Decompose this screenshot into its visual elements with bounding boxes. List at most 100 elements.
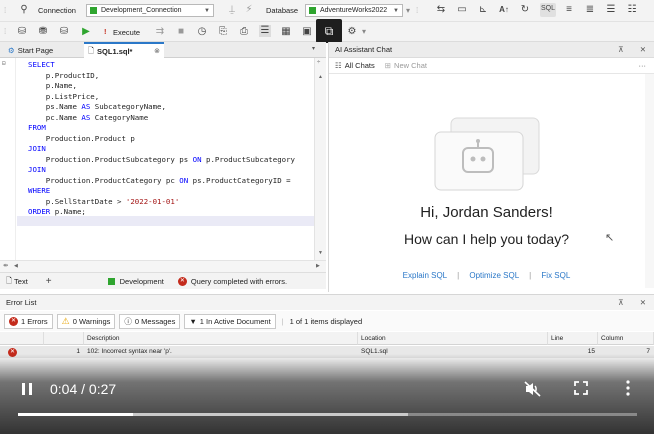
code-line[interactable]: p.ListPrice,	[28, 92, 99, 103]
scroll-right-icon[interactable]: ▶	[316, 263, 320, 269]
step-icon[interactable]: ⇉	[154, 26, 166, 38]
code-line[interactable]: JOIN	[28, 144, 46, 155]
editor-hscrollbar[interactable]: ⇹ ◀ ▶	[0, 260, 326, 272]
split-icon[interactable]: ÷	[317, 60, 320, 66]
stop-icon[interactable]: ■	[175, 26, 187, 38]
tab-list-icon[interactable]: ▾	[312, 45, 315, 52]
error-list-title: Error List	[6, 298, 37, 307]
database-icon[interactable]: ⛁	[58, 26, 70, 38]
disconnect-icon[interactable]: ⍊	[226, 4, 238, 16]
column-header-icon[interactable]	[0, 332, 44, 345]
comment-icon[interactable]: ☰	[605, 4, 617, 16]
close-icon[interactable]: ✕	[640, 298, 646, 307]
close-icon[interactable]: ✕	[640, 45, 646, 54]
sql-editor[interactable]: ⊟ SELECT p.ProductID, p.Name, p.ListPric…	[0, 58, 314, 260]
pin-icon[interactable]: ⊼	[618, 298, 624, 307]
add-tab-icon[interactable]: +	[46, 276, 52, 287]
explain-sql-link[interactable]: Explain SQL	[403, 271, 447, 280]
font-size-icon[interactable]: A↑	[498, 4, 510, 16]
column-header-number[interactable]	[44, 332, 84, 345]
scroll-left-icon[interactable]: ◀	[14, 263, 18, 269]
collapse-icon[interactable]: ⊟	[2, 60, 6, 67]
transaction-icon[interactable]: ⎘	[217, 26, 229, 38]
column-header-column[interactable]: Column	[598, 332, 654, 345]
dropdown-icon[interactable]: ▾	[362, 26, 366, 38]
connection-select[interactable]: Development_Connection ▼	[86, 4, 214, 17]
errors-filter-button[interactable]: ✕ 1 Errors	[4, 313, 53, 329]
code-line[interactable]: SELECT	[28, 60, 55, 71]
code-line[interactable]: ORDER p.Name;	[28, 207, 86, 218]
sql-icon[interactable]: SQL	[540, 3, 556, 17]
settings-icon[interactable]: ⚙	[346, 26, 358, 38]
database-select[interactable]: AdventureWorks2022 ▼	[305, 4, 403, 17]
indent-icon[interactable]: ≡	[563, 4, 575, 16]
editor-scrollbar[interactable]: ÷ ▲ ▼	[314, 58, 326, 260]
format-icon[interactable]: ⇆	[435, 4, 447, 16]
outdent-icon[interactable]: ≣	[584, 4, 596, 16]
more-icon[interactable]: ···	[639, 61, 647, 70]
code-line[interactable]: pc.Name AS CategoryName	[28, 113, 148, 124]
save-icon[interactable]: ⛁	[16, 26, 28, 38]
code-line[interactable]: FROM	[28, 123, 46, 134]
execute-button[interactable]: Execute	[113, 28, 140, 37]
file-results-icon[interactable]: ▣	[301, 26, 313, 38]
code-line[interactable]: Production.Product p	[28, 134, 135, 145]
info-icon: ⓘ	[124, 316, 132, 326]
warnings-filter-button[interactable]: ⚠ 0 Warnings	[56, 313, 116, 329]
code-line[interactable]: Production.ProductCategory pc ON ps.Prod…	[28, 176, 291, 187]
grid-results-icon[interactable]: ▦	[280, 26, 292, 38]
commit-icon[interactable]: ⎙	[238, 26, 250, 38]
column-header-description[interactable]: Description	[84, 332, 358, 345]
pin-icon[interactable]: ⊼	[618, 45, 624, 54]
new-chat-button[interactable]: New Chat	[394, 61, 427, 70]
code-line[interactable]: WHERE	[28, 186, 50, 197]
text-results-icon[interactable]: ☰	[259, 25, 271, 37]
code-line[interactable]: p.Name,	[28, 81, 77, 92]
code-line[interactable]: p.ProductID,	[28, 71, 99, 82]
scroll-up-icon[interactable]: ▲	[318, 74, 323, 80]
chart-icon[interactable]: ⊾	[477, 4, 489, 16]
tab-start-page[interactable]: ⚙ Start Page	[4, 42, 57, 58]
scroll-down-icon[interactable]: ▼	[318, 250, 323, 256]
history-icon[interactable]: ◷	[196, 26, 208, 38]
messages-filter-button[interactable]: ⓘ 0 Messages	[119, 313, 181, 329]
column-header-line[interactable]: Line	[548, 332, 598, 345]
video-progress-track[interactable]	[18, 413, 637, 416]
optimize-sql-link[interactable]: Optimize SQL	[469, 271, 519, 280]
ai-scrollbar[interactable]	[645, 74, 654, 288]
more-options-icon[interactable]	[625, 380, 631, 396]
uncomment-icon[interactable]: ☷	[626, 4, 638, 16]
database-env-swatch	[309, 7, 316, 14]
messages-filter-label: 0 Messages	[134, 316, 176, 326]
code-line[interactable]: ps.Name AS SubcategoryName,	[28, 102, 166, 113]
sql-token: p.Name,	[28, 81, 77, 90]
plug-icon[interactable]: ⚲	[18, 4, 30, 16]
sql-string: '2022-01-01'	[125, 196, 180, 206]
plug-icon[interactable]: ⚡	[243, 4, 255, 16]
text-tab[interactable]: Text	[14, 277, 28, 286]
pause-icon[interactable]	[22, 383, 25, 395]
dropdown-icon[interactable]: ▾	[406, 5, 410, 17]
all-chats-button[interactable]: All Chats	[345, 61, 375, 70]
column-header-location[interactable]: Location	[358, 332, 548, 345]
mute-icon[interactable]	[524, 381, 542, 397]
code-line[interactable]: Production.ProductSubcategory ps ON p.Pr…	[28, 155, 295, 166]
fix-sql-link[interactable]: Fix SQL	[541, 271, 570, 280]
fullscreen-icon[interactable]	[574, 381, 588, 395]
layout-icon[interactable]: ⧉	[316, 19, 342, 43]
error-list-header: Error List ⊼ ✕	[0, 294, 654, 310]
code-line[interactable]: p.SellStartDate > '2022-01-01'	[28, 196, 180, 208]
open-icon[interactable]: ⛃	[37, 26, 49, 38]
tab-sql1[interactable]: 🗋 SQL1.sql* ⊗	[84, 42, 164, 58]
code-line[interactable]: JOIN	[28, 165, 46, 176]
active-document-filter-button[interactable]: ▼ 1 In Active Document	[184, 313, 276, 329]
run-icon[interactable]: ▶	[80, 26, 92, 38]
chevron-down-icon: ▼	[393, 7, 399, 14]
close-icon[interactable]: ⊗	[154, 47, 160, 55]
refresh-icon[interactable]: ↻	[519, 4, 531, 16]
video-controls: 0:04 / 0:27	[0, 354, 654, 434]
grip-icon: ⁞	[4, 27, 7, 36]
table-icon[interactable]: ▭	[456, 4, 468, 16]
environment-label: Development	[119, 276, 164, 286]
split-horizontal-icon[interactable]: ⇹	[3, 262, 8, 269]
